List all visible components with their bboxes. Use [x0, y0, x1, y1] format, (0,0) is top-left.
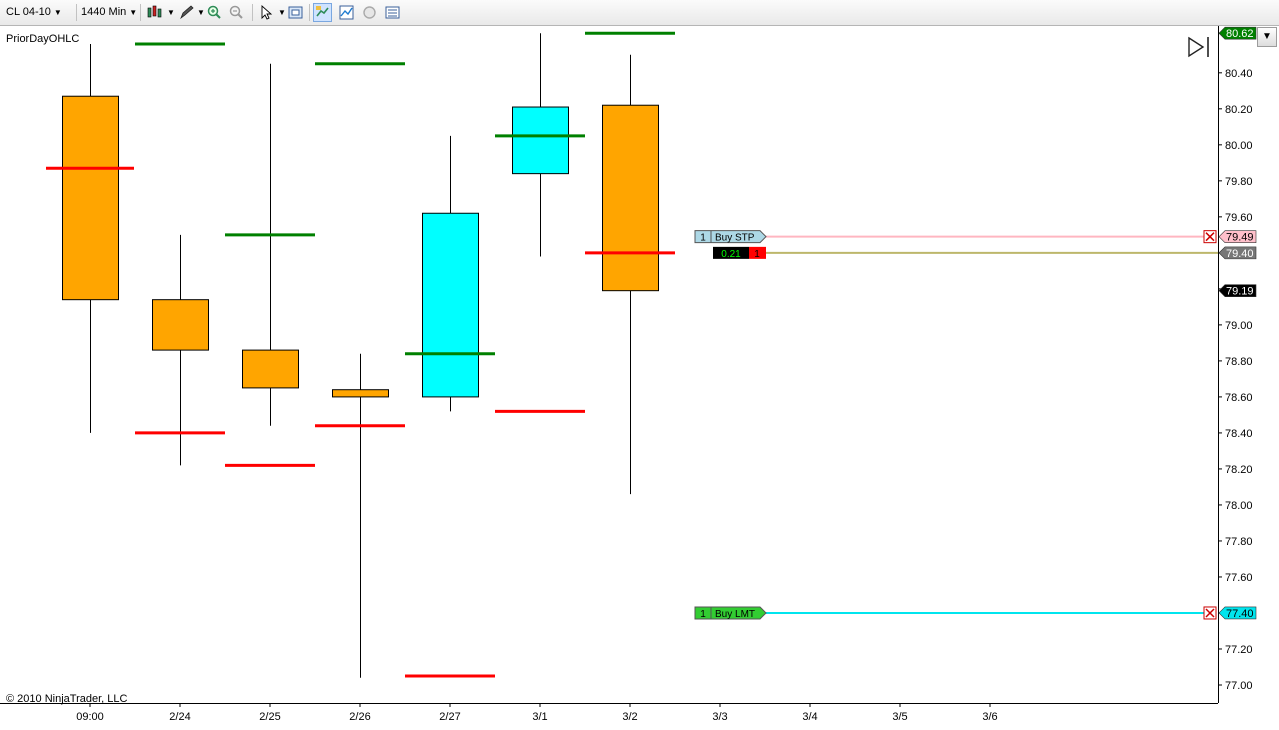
order-quantity: 1: [700, 609, 706, 620]
time-tick-label: 09:00: [76, 711, 104, 723]
price-axis-menu-button[interactable]: ▼: [1257, 27, 1277, 47]
position-quantity: 1: [754, 249, 760, 260]
time-tick-label: 3/6: [982, 711, 997, 723]
price-marker-label: 79.40: [1226, 248, 1254, 260]
indicators-icon[interactable]: [337, 3, 356, 22]
candle-body: [602, 104, 659, 292]
position-pnl: 0.21: [721, 249, 741, 260]
indicator-label: PriorDayOHLC: [6, 33, 79, 45]
price-tick-label: 78.20: [1225, 464, 1253, 476]
chart-toolbar: CL 04-10 ▼ 1440 Min ▼ ▼ ▼ ▼: [0, 0, 1279, 26]
price-tick-label: 77.20: [1225, 644, 1253, 656]
candle-body: [332, 389, 389, 398]
time-tick-label: 2/25: [259, 711, 280, 723]
toolbar-divider: [140, 4, 141, 21]
properties-icon[interactable]: [286, 3, 305, 22]
candles: [62, 33, 659, 678]
toolbar-divider: [252, 4, 253, 21]
price-tick-label: 79.60: [1225, 212, 1253, 224]
price-tick-label: 79.80: [1225, 176, 1253, 188]
time-tick-label: 3/1: [532, 711, 547, 723]
instrument-selector[interactable]: CL 04-10 ▼: [6, 3, 62, 22]
time-tick-label: 3/2: [622, 711, 637, 723]
go-to-end-icon[interactable]: [1188, 36, 1209, 58]
time-tick-label: 2/26: [349, 711, 370, 723]
price-tick-label: 77.80: [1225, 536, 1253, 548]
time-tick-label: 3/4: [802, 711, 817, 723]
price-chart[interactable]: PriorDayOHLC © 2010 NinjaTrader, LLC 77.…: [0, 26, 1279, 730]
time-tick-label: 3/5: [892, 711, 907, 723]
strategies-icon[interactable]: [360, 3, 379, 22]
candle-body: [512, 106, 569, 175]
price-tick-label: 77.60: [1225, 572, 1253, 584]
time-tick-label: 2/27: [439, 711, 460, 723]
order-lines: 1 Buy STP 1 Buy LMT 0.21 1: [694, 230, 1218, 620]
price-tick-label: 77.00: [1225, 680, 1253, 692]
price-marker-label: 79.19: [1226, 286, 1254, 298]
chevron-down-icon[interactable]: ▼: [164, 3, 175, 22]
zoom-in-icon[interactable]: [205, 3, 224, 22]
candle-body: [152, 299, 209, 351]
interval-label: 1440 Min: [81, 6, 127, 18]
chevron-down-icon: ▼: [129, 8, 138, 17]
price-axis[interactable]: 77.00 77.20 77.40 77.60 77.80 78.00 78.20 78.40…: [1218, 68, 1253, 692]
price-tick-label: 80.00: [1225, 140, 1253, 152]
candle-body: [62, 95, 119, 301]
price-tick-label: 78.60: [1225, 392, 1253, 404]
time-tick-label: 3/3: [712, 711, 727, 723]
order-type: Buy LMT: [715, 609, 755, 620]
interval-selector[interactable]: 1440 Min ▼: [81, 3, 137, 22]
chevron-down-icon[interactable]: ▼: [275, 3, 286, 22]
price-marker-label: 77.40: [1226, 608, 1254, 620]
price-tick-label: 80.20: [1225, 104, 1253, 116]
price-tick-label: 78.80: [1225, 356, 1253, 368]
toolbar-divider: [309, 4, 310, 21]
price-tick-label: 79.00: [1225, 320, 1253, 332]
toolbar-divider: [76, 4, 77, 21]
price-marker-label: 79.49: [1226, 232, 1254, 244]
chart-trader-icon[interactable]: [313, 3, 332, 22]
price-marker-label: 80.62: [1226, 28, 1254, 40]
chevron-down-icon: ▼: [1262, 31, 1272, 42]
instrument-label: CL 04-10: [6, 6, 51, 18]
time-tick-label: 2/24: [169, 711, 190, 723]
chevron-down-icon: ▼: [53, 8, 62, 17]
price-tick-label: 80.40: [1225, 68, 1253, 80]
price-tick-label: 78.00: [1225, 500, 1253, 512]
order-type: Buy STP: [715, 233, 755, 244]
pointer-icon[interactable]: [257, 3, 276, 22]
candlestick-icon[interactable]: [145, 3, 164, 22]
zoom-out-icon[interactable]: [227, 3, 246, 22]
chevron-down-icon[interactable]: ▼: [194, 3, 205, 22]
time-axis[interactable]: 09:00 2/24 2/25 2/26 2/27 3/1 3/2 3/3 3/4 3/5 3/6: [76, 703, 998, 723]
order-quantity: 1: [700, 233, 706, 244]
price-tick-label: 78.40: [1225, 428, 1253, 440]
candle-body: [242, 349, 299, 389]
data-box-icon[interactable]: [383, 3, 402, 22]
candle-body: [422, 212, 479, 398]
